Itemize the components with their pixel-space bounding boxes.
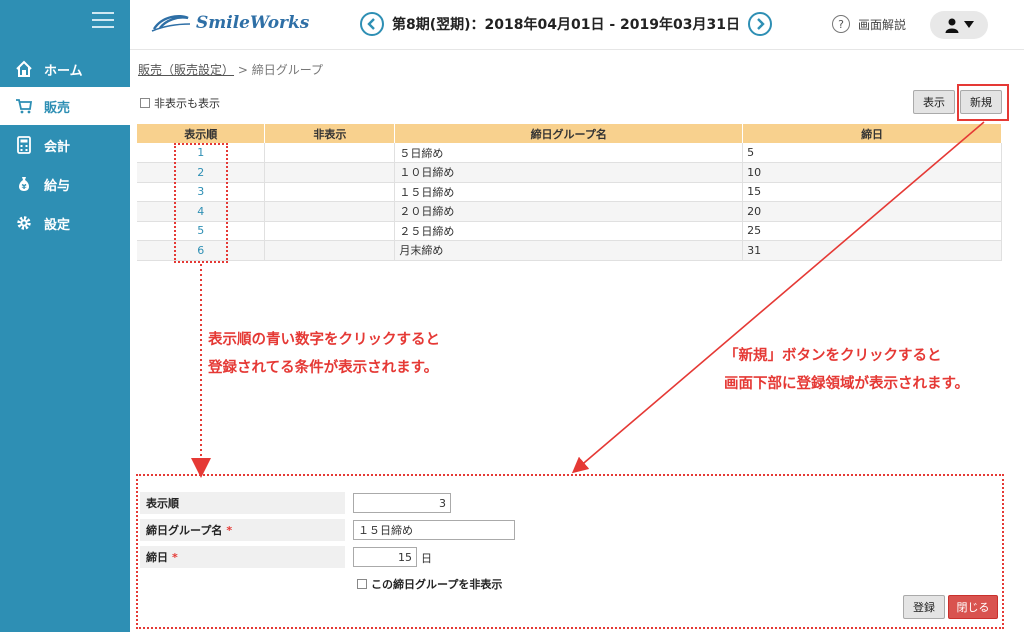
caret-down-icon xyxy=(964,21,974,28)
day-label-text: 締日 xyxy=(146,551,168,564)
required-mark: * xyxy=(172,550,178,564)
calculator-icon xyxy=(14,135,34,155)
day-cell: 25 xyxy=(742,221,1002,241)
form-row-order: 表示順 xyxy=(140,492,345,514)
display-button[interactable]: 表示 xyxy=(913,90,955,114)
name-cell: ２０日締め xyxy=(394,201,744,222)
gear-icon xyxy=(14,213,34,233)
header: SmileWorks 第8期(翌期)：2018年04月01日 - 2019年03… xyxy=(130,0,1024,50)
required-mark: * xyxy=(226,523,233,537)
breadcrumb-parent-link[interactable]: 販売（販売設定） xyxy=(138,63,234,77)
sidebar-item-label: 設定 xyxy=(44,217,71,233)
column-header-name[interactable]: 締日グループ名 xyxy=(394,124,744,143)
sidebar-item-label: ホーム xyxy=(44,63,83,79)
hamburger-menu-icon[interactable] xyxy=(92,12,114,30)
hidden-cell xyxy=(264,240,396,261)
logo-swoosh-icon xyxy=(151,15,191,32)
annotation-right-line2: 画面下部に登録領域が表示されます。 xyxy=(724,376,970,392)
new-button-highlight xyxy=(957,84,1009,121)
form-row-name: 締日グループ名 * xyxy=(140,519,345,541)
hide-group-toggle: この締日グループを非表示 xyxy=(357,576,502,592)
day-cell: 15 xyxy=(742,182,1002,202)
day-cell: 5 xyxy=(742,143,1002,163)
breadcrumb-current: 締日グループ xyxy=(251,63,324,77)
register-button[interactable]: 登録 xyxy=(903,595,945,619)
show-hidden-checkbox[interactable] xyxy=(140,98,150,108)
day-cell: 10 xyxy=(742,162,1002,183)
user-icon xyxy=(945,18,959,33)
hidden-cell xyxy=(264,182,396,202)
annotation-right-line1: 「新規」ボタンをクリックすると xyxy=(724,348,942,364)
sidebar-item-sales[interactable]: 販売 xyxy=(0,87,130,125)
breadcrumb-separator: > xyxy=(237,63,248,77)
table-row: 1 ５日締め 5 xyxy=(137,143,1002,163)
name-cell: １５日締め xyxy=(394,182,744,202)
name-cell: ２５日締め xyxy=(394,221,744,241)
column-header-order[interactable]: 表示順 xyxy=(137,124,266,143)
column-header-day[interactable]: 締日 xyxy=(742,124,1002,143)
sidebar-item-label: 会計 xyxy=(44,139,71,155)
hide-group-checkbox[interactable] xyxy=(357,579,367,589)
help-label: 画面解説 xyxy=(858,17,907,32)
table-row: 6 月末締め 31 xyxy=(137,240,1002,261)
hidden-cell xyxy=(264,221,396,241)
close-button[interactable]: 閉じる xyxy=(948,595,998,619)
table-row: 2 １０日締め 10 xyxy=(137,162,1002,183)
group-name-input[interactable]: １５日締め xyxy=(353,520,515,540)
show-hidden-toggle: 非表示も表示 xyxy=(140,95,220,111)
user-menu-button[interactable] xyxy=(930,11,988,39)
sidebar-item-label: 給与 xyxy=(44,178,71,194)
period-text: 第8期(翌期)：2018年04月01日 - 2019年03月31日 xyxy=(392,17,740,33)
chevron-right-icon xyxy=(757,18,765,30)
annotation-left: 表示順の青い数字をクリックすると 登録されてる条件が表示されます。 xyxy=(208,326,440,382)
sidebar-item-home[interactable]: ホーム xyxy=(0,50,130,88)
show-hidden-label: 非表示も表示 xyxy=(154,97,220,110)
sidebar: ホーム 販売 会計 ¥ 給与 設定 xyxy=(0,0,130,632)
logo-text: SmileWorks xyxy=(196,13,310,33)
column-header-hidden[interactable]: 非表示 xyxy=(264,124,396,143)
closing-group-table: 表示順 非表示 締日グループ名 締日 1 ５日締め 5 2 １０日締め 10 3… xyxy=(137,124,1002,261)
hide-group-label: この締日グループを非表示 xyxy=(371,578,503,591)
name-cell: １０日締め xyxy=(394,162,744,183)
day-unit: 日 xyxy=(421,552,432,565)
svg-text:¥: ¥ xyxy=(22,183,27,191)
breadcrumb: 販売（販売設定） > 締日グループ xyxy=(138,61,323,78)
name-label: 締日グループ名 * xyxy=(140,519,345,541)
form-row-day: 締日 * xyxy=(140,546,345,568)
home-icon xyxy=(14,59,34,79)
annotation-left-line1: 表示順の青い数字をクリックすると xyxy=(208,332,440,348)
order-input[interactable]: 3 xyxy=(353,493,451,513)
day-cell: 20 xyxy=(742,201,1002,222)
table-row: 3 １５日締め 15 xyxy=(137,182,1002,202)
next-period-button[interactable] xyxy=(747,12,772,36)
sidebar-item-payroll[interactable]: ¥ 給与 xyxy=(0,165,130,203)
hidden-cell xyxy=(264,201,396,222)
period-selector: 第8期(翌期)：2018年04月01日 - 2019年03月31日 xyxy=(360,12,772,36)
smileworks-logo[interactable]: SmileWorks xyxy=(150,12,309,34)
prev-period-button[interactable] xyxy=(360,12,384,36)
annotation-left-line2: 登録されてる条件が表示されます。 xyxy=(208,360,439,376)
money-bag-icon: ¥ xyxy=(14,174,34,194)
order-column-highlight xyxy=(174,143,228,263)
table-row: 5 ２５日締め 25 xyxy=(137,221,1002,241)
annotation-right: 「新規」ボタンをクリックすると 画面下部に登録領域が表示されます。 xyxy=(724,342,969,398)
sidebar-item-settings[interactable]: 設定 xyxy=(0,204,130,242)
sidebar-item-accounting[interactable]: 会計 xyxy=(0,126,130,164)
name-cell: 月末締め xyxy=(394,240,744,261)
day-label: 締日 * xyxy=(140,546,345,568)
help-icon: ? xyxy=(832,15,850,33)
order-label: 表示順 xyxy=(140,492,345,514)
sidebar-item-label: 販売 xyxy=(44,100,71,116)
name-cell: ５日締め xyxy=(394,143,744,163)
hidden-cell xyxy=(264,162,396,183)
day-cell: 31 xyxy=(742,240,1002,261)
name-label-text: 締日グループ名 xyxy=(146,524,223,537)
cart-icon xyxy=(14,96,34,116)
closing-day-input[interactable]: 15 xyxy=(353,547,417,567)
chevron-left-icon xyxy=(367,18,375,30)
hidden-cell xyxy=(264,143,396,163)
help-link[interactable]: ? 画面解説 xyxy=(832,15,906,33)
table-row: 4 ２０日締め 20 xyxy=(137,201,1002,222)
